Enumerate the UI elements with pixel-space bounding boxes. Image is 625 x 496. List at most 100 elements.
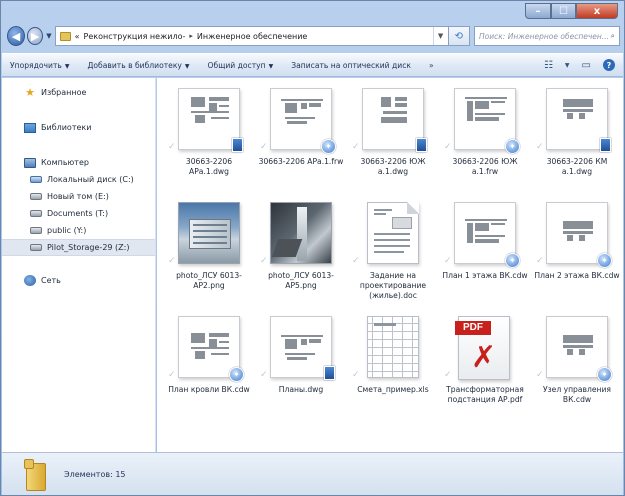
history-dropdown-icon[interactable]: ▼ — [46, 32, 51, 40]
file-item[interactable]: PDF ✗ ✓ Трансформаторная подстанция АР.pdf — [439, 312, 531, 426]
chevron-down-icon: ▼ — [184, 62, 190, 70]
search-input[interactable]: Поиск: Инженерное обеспечен... ⌕ — [474, 26, 620, 46]
minimize-button[interactable]: – — [525, 3, 551, 19]
breadcrumb-current[interactable]: Инженерное обеспечение — [197, 32, 307, 41]
file-thumbnail[interactable]: ✦ ✓ — [168, 316, 244, 382]
checkbox-icon[interactable]: ✓ — [352, 370, 360, 380]
refresh-button[interactable]: ⟲ — [448, 26, 471, 46]
file-item[interactable]: ✓ 30663-2206 КМ а.1.dwg — [531, 84, 623, 198]
nav-drive-t[interactable]: Documents (T:) — [2, 205, 155, 222]
nav-drive-label: Локальный диск (C:) — [47, 175, 134, 184]
kompas-badge-icon: ✦ — [321, 139, 336, 154]
more-commands-button[interactable]: » — [429, 61, 434, 70]
dwg-badge-icon — [600, 138, 611, 152]
nav-libraries[interactable]: Библиотеки — [2, 119, 155, 136]
file-thumbnail[interactable]: ✓ — [352, 202, 424, 266]
file-item[interactable]: ✦ ✓ Узел управления ВК.cdw — [531, 312, 623, 426]
maximize-button[interactable]: ☐ — [551, 3, 576, 19]
checkbox-icon[interactable]: ✓ — [352, 256, 360, 266]
file-item[interactable]: ✓ photo_ЛСУ 6013-АР2.png — [163, 198, 255, 312]
kompas-badge-icon: ✦ — [597, 253, 612, 268]
address-dropdown-icon[interactable]: ▼ — [432, 27, 448, 45]
file-item[interactable]: ✦ ✓ 30663-2206 ЮЖ а.1.frw — [439, 84, 531, 198]
network-drive-icon — [30, 244, 42, 251]
nav-drive-e[interactable]: Новый том (E:) — [2, 188, 155, 205]
nav-drive-z[interactable]: Pilot_Storage-29 (Z:) — [2, 239, 155, 256]
view-options-icon[interactable]: ☷ — [544, 60, 553, 71]
checkbox-icon[interactable]: ✓ — [536, 142, 544, 152]
nav-computer[interactable]: Компьютер — [2, 154, 155, 171]
breadcrumb-separator-icon[interactable]: ▸ — [189, 32, 193, 40]
file-thumbnail[interactable]: ✓ — [168, 88, 243, 152]
forward-button[interactable]: ▶ — [27, 27, 44, 45]
file-item[interactable]: ✦ ✓ План 1 этажа ВК.cdw — [439, 198, 531, 312]
close-button[interactable]: x — [576, 3, 618, 19]
address-prefix[interactable]: « — [75, 32, 80, 41]
file-thumbnail[interactable]: ✓ — [352, 316, 424, 380]
checkbox-icon[interactable]: ✓ — [536, 370, 544, 380]
file-item[interactable]: ✦ ✓ 30663-2206 АРа.1.frw — [255, 84, 347, 198]
file-item[interactable]: ✦ ✓ План кровли ВК.cdw — [163, 312, 255, 426]
checkbox-icon[interactable]: ✓ — [352, 142, 360, 152]
address-bar[interactable]: « Реконструкция нежило- ▸ Инженерное обе… — [54, 26, 449, 46]
file-item[interactable]: ✓ 30663-2206 ЮЖ а.1.dwg — [347, 84, 439, 198]
breadcrumb-parent[interactable]: Реконструкция нежило- — [84, 32, 186, 41]
file-thumbnail[interactable]: ✦ ✓ — [444, 202, 520, 268]
file-name: План 2 этажа ВК.cdw — [534, 271, 620, 280]
kompas-badge-icon: ✦ — [229, 367, 244, 382]
checkbox-icon[interactable]: ✓ — [444, 370, 452, 380]
star-icon: ★ — [25, 85, 35, 99]
checkbox-icon[interactable]: ✓ — [260, 256, 268, 266]
file-thumbnail[interactable]: ✦ ✓ — [260, 88, 336, 154]
chevron-down-icon[interactable]: ▼ — [565, 62, 570, 69]
nav-drive-c[interactable]: Локальный диск (C:) — [2, 171, 155, 188]
add-to-library-label: Добавить в библиотеку — [87, 60, 182, 70]
file-item[interactable]: ✓ Планы.dwg — [255, 312, 347, 426]
file-thumbnail[interactable]: PDF ✗ ✓ — [444, 316, 516, 380]
file-item[interactable]: ✓ Смета_пример.xls — [347, 312, 439, 426]
file-thumbnail[interactable]: ✦ ✓ — [536, 316, 612, 382]
file-item[interactable]: ✓ photo_ЛСУ 6013-АР5.png — [255, 198, 347, 312]
explorer-window: – ☐ x ◀ ▶ ▼ « Реконструкция нежило- ▸ Ин… — [0, 0, 625, 496]
checkbox-icon[interactable]: ✓ — [260, 370, 268, 380]
burn-button[interactable]: Записать на оптический диск — [291, 61, 411, 70]
back-button[interactable]: ◀ — [7, 26, 25, 46]
file-item[interactable]: ✓ 30663-2206 АРа.1.dwg — [163, 84, 255, 198]
nav-favorites-label: Избранное — [41, 88, 87, 97]
checkbox-icon[interactable]: ✓ — [260, 142, 268, 152]
file-thumbnail[interactable]: ✓ — [536, 88, 611, 152]
checkbox-icon[interactable]: ✓ — [168, 142, 176, 152]
file-thumbnail[interactable]: ✓ — [168, 202, 240, 266]
file-item[interactable]: ✓ Задание на проектирование (жилье).doc — [347, 198, 439, 312]
preview-pane-icon[interactable]: ▭ — [582, 60, 591, 71]
drawing-preview-icon — [270, 316, 332, 378]
share-button[interactable]: Общий доступ ▼ — [208, 61, 274, 70]
file-item[interactable]: ✦ ✓ План 2 этажа ВК.cdw — [531, 198, 623, 312]
file-thumbnail[interactable]: ✓ — [352, 88, 427, 152]
checkbox-icon[interactable]: ✓ — [444, 256, 452, 266]
nav-network[interactable]: Сеть — [2, 272, 155, 289]
file-name: 30663-2206 АРа.1.frw — [258, 157, 344, 166]
checkbox-icon[interactable]: ✓ — [168, 256, 176, 266]
file-thumbnail[interactable]: ✓ — [260, 316, 335, 380]
view-controls: ☷ ▼ ▭ ? — [544, 59, 623, 71]
help-icon[interactable]: ? — [603, 59, 615, 71]
nav-favorites[interactable]: ★ Избранное — [2, 84, 155, 101]
search-icon[interactable]: ⌕ — [611, 31, 615, 41]
folder-icon — [59, 31, 71, 41]
checkbox-icon[interactable]: ✓ — [536, 256, 544, 266]
dwg-badge-icon — [416, 138, 427, 152]
arrow-right-icon: ▶ — [30, 29, 40, 43]
file-name: photo_ЛСУ 6013-АР2.png — [176, 271, 242, 290]
file-thumbnail[interactable]: ✦ ✓ — [444, 88, 520, 154]
checkbox-icon[interactable]: ✓ — [168, 370, 176, 380]
checkbox-icon[interactable]: ✓ — [444, 142, 452, 152]
organize-button[interactable]: Упорядочить ▼ — [10, 61, 69, 70]
nav-drive-y[interactable]: public (Y:) — [2, 222, 155, 239]
add-to-library-button[interactable]: Добавить в библиотеку ▼ — [87, 61, 189, 70]
nav-computer-label: Компьютер — [41, 158, 89, 167]
drive-icon — [30, 193, 42, 200]
kompas-badge-icon: ✦ — [505, 139, 520, 154]
file-thumbnail[interactable]: ✦ ✓ — [536, 202, 612, 268]
file-thumbnail[interactable]: ✓ — [260, 202, 332, 266]
